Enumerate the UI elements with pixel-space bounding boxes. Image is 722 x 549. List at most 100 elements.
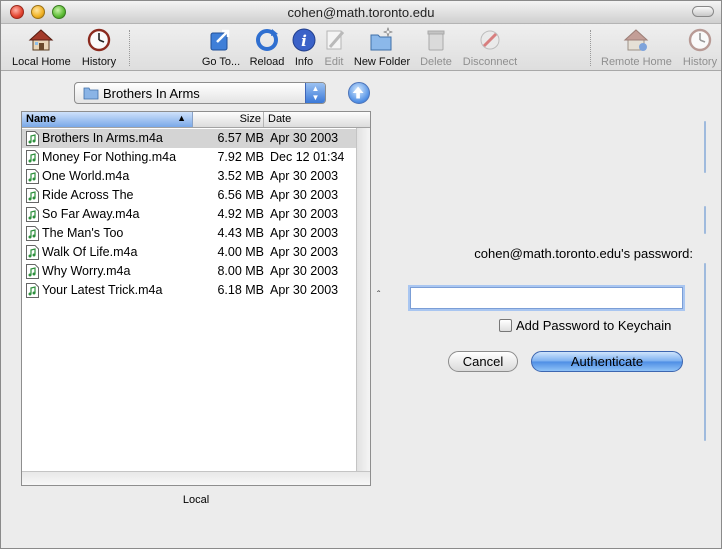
toolbar: Local Home History Go To... Reload i Inf… [1, 24, 721, 71]
toolbar-toggle-button[interactable] [692, 6, 714, 17]
file-name: Walk Of Life.m4a [42, 245, 138, 259]
file-row[interactable]: Money For Nothing.m4a 7.92 MB Dec 12 01:… [22, 148, 356, 167]
file-row[interactable]: Why Worry.m4a 8.00 MB Apr 30 2003 [22, 262, 356, 281]
file-name: Why Worry.m4a [42, 264, 131, 278]
reload-button[interactable]: Reload [248, 27, 286, 69]
toolbar-separator [590, 30, 591, 66]
add-to-keychain-checkbox[interactable]: Add Password to Keychain [499, 318, 671, 334]
file-size: 4.00 MB [217, 245, 264, 259]
file-row[interactable]: Brothers In Arms.m4a 6.57 MB Apr 30 2003 [22, 129, 356, 148]
clock-icon [87, 28, 111, 52]
folder-popup[interactable]: Brothers In Arms ▲ ▼ [74, 82, 326, 104]
edit-icon [326, 30, 345, 50]
folder-icon [83, 87, 99, 100]
music-file-icon [26, 283, 39, 298]
file-row[interactable]: One World.m4a 3.52 MB Apr 30 2003 [22, 167, 356, 186]
file-date: Apr 30 2003 [270, 283, 339, 297]
file-date: Dec 12 01:34 [270, 150, 345, 164]
music-file-icon [26, 150, 39, 165]
pane-splitter-handle[interactable]: ˆ [377, 290, 380, 301]
file-size: 4.43 MB [217, 226, 264, 240]
parent-folder-button[interactable] [348, 82, 370, 104]
remote-history-button[interactable]: History [681, 27, 719, 69]
trash-icon [427, 30, 445, 51]
password-field[interactable] [410, 287, 683, 309]
file-size: 4.92 MB [217, 207, 264, 221]
file-row[interactable]: Your Latest Trick.m4a 6.18 MB Apr 30 200… [22, 281, 356, 300]
date-column-label: Date [268, 113, 292, 125]
local-home-label: Local Home [12, 56, 71, 68]
file-row[interactable]: Ride Across The 6.56 MB Apr 30 2003 [22, 186, 356, 205]
new-folder-button[interactable]: New Folder [353, 27, 411, 69]
vertical-scrollbar[interactable] [356, 128, 370, 472]
local-home-button[interactable]: Local Home [12, 27, 71, 69]
local-file-list[interactable]: Name ▲ Size Date Brothers In Arms.m4a 6.… [21, 111, 371, 486]
checkbox-box[interactable] [499, 319, 512, 332]
password-prompt: cohen@math.toronto.edu's password: [474, 246, 693, 261]
new-folder-icon [370, 27, 393, 51]
disconnect-label: Disconnect [462, 56, 518, 68]
delete-button[interactable]: Delete [418, 27, 454, 69]
file-row[interactable]: The Man's Too 4.43 MB Apr 30 2003 [22, 224, 356, 243]
authenticate-button[interactable]: Authenticate [531, 351, 683, 372]
go-to-button[interactable]: Go To... [200, 27, 242, 69]
app-window: cohen@math.toronto.edu Local Home Histor… [0, 0, 722, 549]
name-column-header[interactable]: Name ▲ [22, 112, 193, 127]
remote-home-button[interactable]: Remote Home [601, 27, 672, 69]
music-file-icon [26, 226, 39, 241]
file-name: The Man's Too [42, 226, 124, 240]
reload-icon [256, 29, 278, 51]
info-icon: i [292, 28, 316, 52]
file-row[interactable]: Walk Of Life.m4a 4.00 MB Apr 30 2003 [22, 243, 356, 262]
folder-popup-label: Brothers In Arms [103, 86, 200, 101]
file-date: Apr 30 2003 [270, 169, 339, 183]
music-file-icon [26, 169, 39, 184]
house-icon [28, 29, 54, 51]
file-row[interactable]: So Far Away.m4a 4.92 MB Apr 30 2003 [22, 205, 356, 224]
info-button[interactable]: i Info [291, 27, 317, 69]
music-file-icon [26, 131, 39, 146]
go-to-label: Go To... [201, 56, 241, 68]
file-size: 3.52 MB [217, 169, 264, 183]
file-date: Apr 30 2003 [270, 188, 339, 202]
file-name: Ride Across The [42, 188, 134, 202]
remote-pane-edge [704, 263, 706, 441]
music-file-icon [26, 207, 39, 222]
file-date: Apr 30 2003 [270, 131, 339, 145]
new-folder-label: New Folder [353, 56, 411, 68]
edit-button[interactable]: Edit [322, 27, 346, 69]
popup-arrows-icon: ▲ ▼ [305, 83, 325, 103]
svg-text:i: i [301, 32, 307, 50]
music-file-icon [26, 264, 39, 279]
music-file-icon [26, 245, 39, 260]
disconnect-icon [480, 30, 500, 50]
music-file-icon [26, 188, 39, 203]
file-size: 6.57 MB [217, 131, 264, 145]
file-name: Money For Nothing.m4a [42, 150, 177, 164]
file-size: 8.00 MB [217, 264, 264, 278]
sort-ascending-icon: ▲ [177, 113, 186, 123]
file-size: 7.92 MB [217, 150, 264, 164]
info-label: Info [294, 56, 314, 68]
title-bar[interactable]: cohen@math.toronto.edu [1, 1, 721, 24]
clock-icon [688, 28, 712, 52]
horizontal-scrollbar[interactable] [22, 471, 370, 485]
delete-label: Delete [420, 56, 452, 68]
edit-label: Edit [324, 56, 344, 68]
file-name: Brothers In Arms.m4a [42, 131, 163, 145]
history-label: History [81, 56, 117, 68]
window-title: cohen@math.toronto.edu [287, 5, 435, 20]
size-column-header[interactable]: Size [194, 112, 264, 127]
file-name: One World.m4a [42, 169, 130, 183]
file-size: 6.56 MB [217, 188, 264, 202]
file-size: 6.18 MB [217, 283, 264, 297]
cancel-button[interactable]: Cancel [448, 351, 518, 372]
toolbar-separator [129, 30, 130, 66]
disconnect-button[interactable]: Disconnect [460, 27, 520, 69]
date-column-header[interactable]: Date [265, 112, 357, 127]
history-button[interactable]: History [80, 27, 118, 69]
file-date: Apr 30 2003 [270, 264, 339, 278]
remote-pane-edge [704, 206, 706, 234]
file-date: Apr 30 2003 [270, 226, 339, 240]
house-icon [623, 29, 649, 51]
